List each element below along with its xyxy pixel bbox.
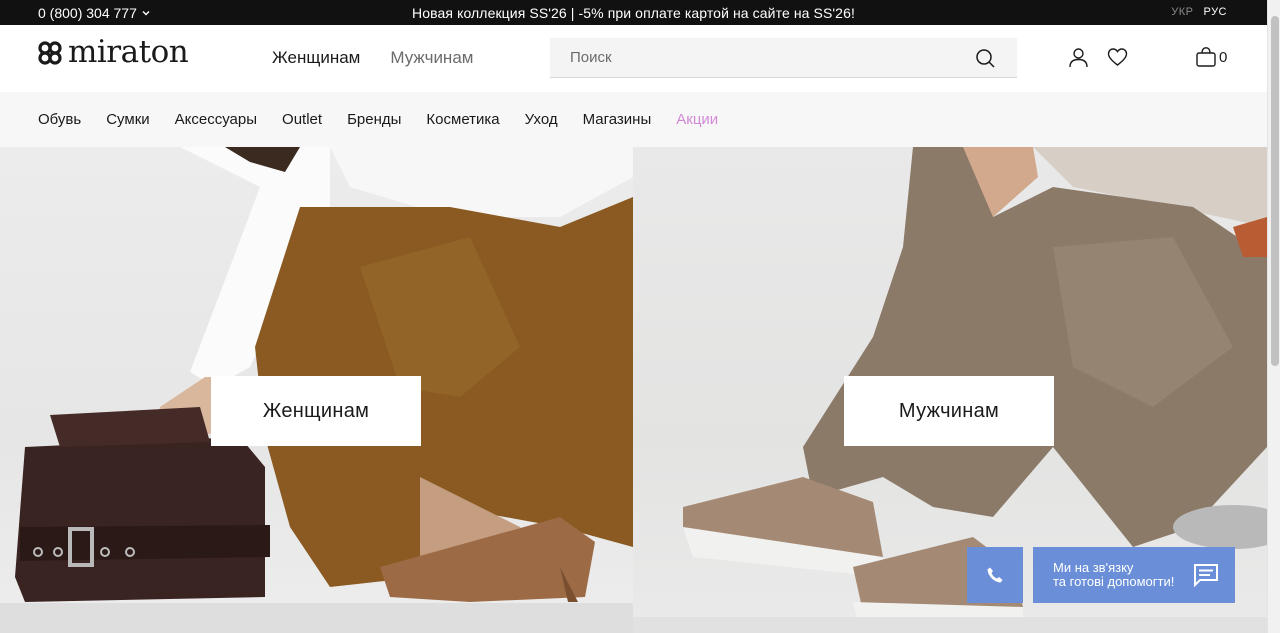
logo-wordmark: miraton [68,34,189,70]
nav-men[interactable]: Мужчинам [390,48,473,68]
category-care[interactable]: Уход [525,111,558,128]
category-stores[interactable]: Магазины [583,111,652,128]
chat-widget[interactable]: Ми на зв'язку та готові допомогти! [1033,547,1235,603]
header-icons [1068,47,1128,68]
chat-bubble-icon [1194,564,1218,587]
logo-mark-icon [38,40,62,65]
page-scrollbar[interactable] [1267,0,1280,633]
heart-icon[interactable] [1107,47,1128,68]
men-cta-button[interactable]: Мужчинам [844,376,1054,446]
call-button[interactable] [967,547,1023,603]
search-input[interactable] [550,38,950,77]
cart-button[interactable]: 0 [1195,46,1227,68]
category-shoes[interactable]: Обувь [38,111,81,128]
category-cosmetics[interactable]: Косметика [426,111,499,128]
scrollbar-thumb[interactable] [1271,16,1279,366]
category-nav: Обувь Сумки Аксессуары Outlet Бренды Кос… [0,92,1267,147]
search-bar [550,38,1017,78]
nav-women[interactable]: Женщинам [272,48,360,68]
category-brands[interactable]: Бренды [347,111,401,128]
women-cta-button[interactable]: Женщинам [211,376,421,446]
bag-icon [1196,47,1216,67]
logo[interactable]: miraton [38,34,189,70]
category-sale[interactable]: Акции [676,111,718,128]
user-icon[interactable] [1068,47,1089,68]
top-bar: 0 (800) 304 777 Новая коллекция SS'26 | … [0,0,1267,25]
lang-rus[interactable]: РУС [1203,6,1227,18]
gender-nav: Женщинам Мужчинам [272,48,473,68]
chat-text-line2: та готові допомогти! [1053,574,1175,589]
cart-count: 0 [1219,48,1228,66]
lang-ukr[interactable]: УКР [1171,6,1193,18]
chat-text-line1: Ми на зв'язку [1053,560,1134,575]
category-outlet[interactable]: Outlet [282,111,322,128]
hero-women[interactable]: Женщинам [0,147,633,633]
category-accessories[interactable]: Аксессуары [175,111,257,128]
search-icon[interactable] [975,48,995,68]
phone-icon [987,567,1003,583]
language-switcher: УКР РУС [1171,6,1227,18]
promo-banner-text: Новая коллекция SS'26 | -5% при оплате к… [412,5,855,21]
category-bags[interactable]: Сумки [106,111,149,128]
header: miraton Женщинам Мужчинам 0 [0,25,1267,92]
